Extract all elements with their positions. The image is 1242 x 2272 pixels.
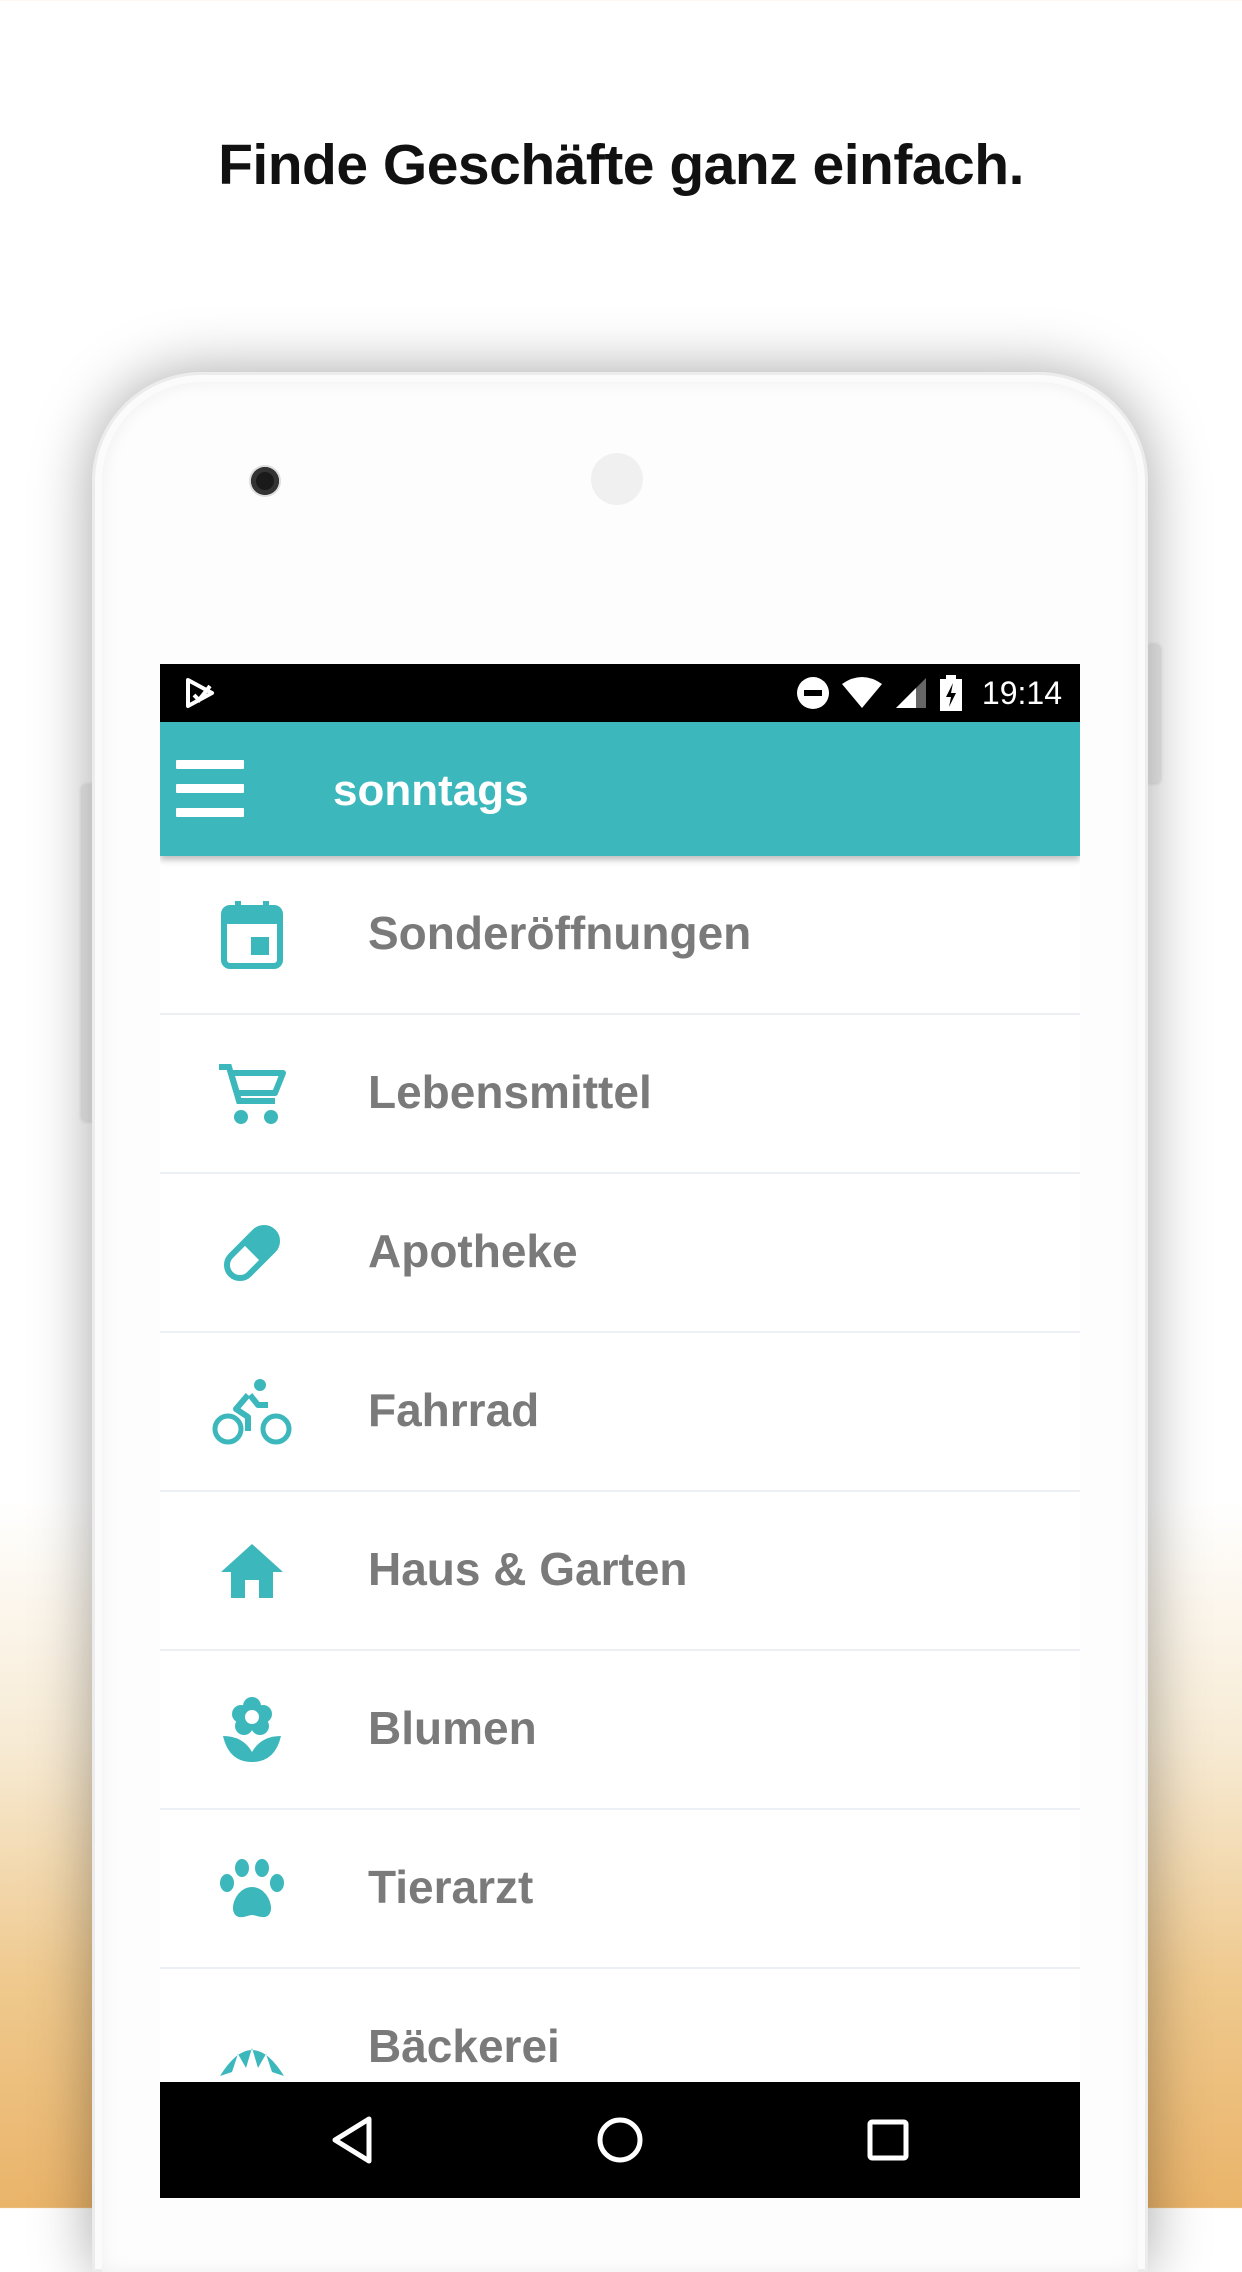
battery-charging-icon [939,675,962,711]
house-icon [212,1536,292,1606]
flower-icon [212,1695,292,1765]
list-item-label: Haus & Garten [368,1543,688,1595]
list-item[interactable]: Tierarzt [160,1810,1080,1969]
list-item[interactable]: Sonderöffnungen [160,856,1080,1015]
bicycle-icon [212,1377,292,1447]
headline: Finde Geschäfte ganz einfach. [218,133,1024,197]
proximity-sensor [591,453,643,505]
status-time: 19:14 [981,674,1062,711]
list-item-label: Bäckerei [368,2020,560,2072]
status-bar: 19:14 [160,664,1080,722]
list-item-label: Fahrrad [368,1384,540,1436]
bread-icon [212,2013,292,2083]
navigation-bar [160,2082,1080,2198]
calendar-icon [212,900,292,970]
home-icon[interactable] [550,2082,690,2198]
paw-icon [212,1854,292,1924]
hamburger-menu-icon[interactable] [176,760,244,817]
list-item[interactable]: Apotheke [160,1174,1080,1333]
list-item-label: Lebensmittel [368,1066,652,1118]
wifi-icon [841,677,882,708]
phone-screen: 19:14 sonntags Sonderöffnungen Lebensmit… [160,664,1080,2198]
recents-icon[interactable] [818,2082,958,2198]
signal-icon [895,678,926,708]
list-item[interactable]: Lebensmittel [160,1015,1080,1174]
list-item-label: Blumen [368,1702,537,1754]
shopping-cart-icon [212,1059,292,1129]
list-item-label: Apotheke [368,1225,578,1277]
list-item[interactable]: Fahrrad [160,1333,1080,1492]
status-icons: 19:14 [796,664,1062,722]
list-item[interactable]: Blumen [160,1651,1080,1810]
front-camera [251,467,279,495]
app-title: sonntags [333,766,529,815]
pill-icon [212,1218,292,1288]
category-list: Sonderöffnungen Lebensmittel Apotheke Fa… [160,856,1080,2128]
app-notification-icon [186,678,214,708]
list-item-label: Tierarzt [368,1861,534,1913]
do-not-disturb-icon [796,677,829,709]
list-item[interactable]: Haus & Garten [160,1492,1080,1651]
app-toolbar: sonntags [160,722,1080,856]
list-item-label: Sonderöffnungen [368,907,752,959]
phone-side-button-right [1148,645,1160,783]
back-icon[interactable] [282,2082,422,2198]
